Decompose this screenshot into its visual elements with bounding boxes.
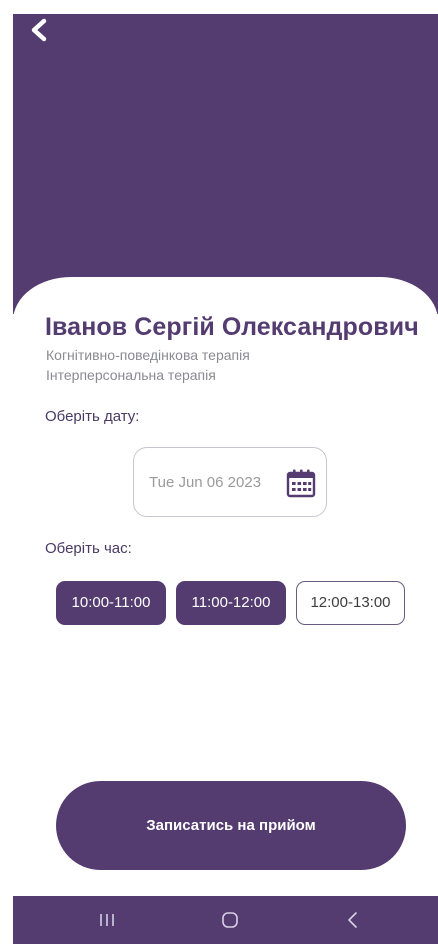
- recent-apps-icon: [100, 914, 114, 926]
- book-appointment-button[interactable]: Записатись на прийом: [56, 781, 406, 870]
- home-button[interactable]: [200, 896, 260, 944]
- system-navigation-bar: [13, 896, 438, 944]
- time-slot-12-13[interactable]: 12:00-13:00: [296, 581, 405, 625]
- specialty-label: Інтерперсональна терапія: [46, 367, 216, 383]
- header-banner: [13, 14, 438, 314]
- recent-apps-button[interactable]: [77, 896, 137, 944]
- time-slot-11-12[interactable]: 11:00-12:00: [176, 581, 286, 625]
- back-button[interactable]: [24, 16, 52, 44]
- specialty-label: Когнітивно-поведінкова терапія: [46, 347, 250, 363]
- doctor-name: Іванов Сергій Олександрович: [45, 313, 419, 341]
- date-section-label: Оберіть дату:: [45, 408, 140, 425]
- time-slot-10-11[interactable]: 10:00-11:00: [56, 581, 166, 625]
- calendar-icon[interactable]: [285, 467, 317, 499]
- date-value: Tue Jun 06 2023: [149, 474, 262, 491]
- chevron-left-icon: [31, 18, 47, 42]
- system-back-button[interactable]: [323, 896, 383, 944]
- date-picker[interactable]: Tue Jun 06 2023: [133, 447, 327, 517]
- back-icon: [348, 912, 357, 928]
- time-section-label: Оберіть час:: [45, 540, 132, 557]
- home-icon: [222, 912, 238, 928]
